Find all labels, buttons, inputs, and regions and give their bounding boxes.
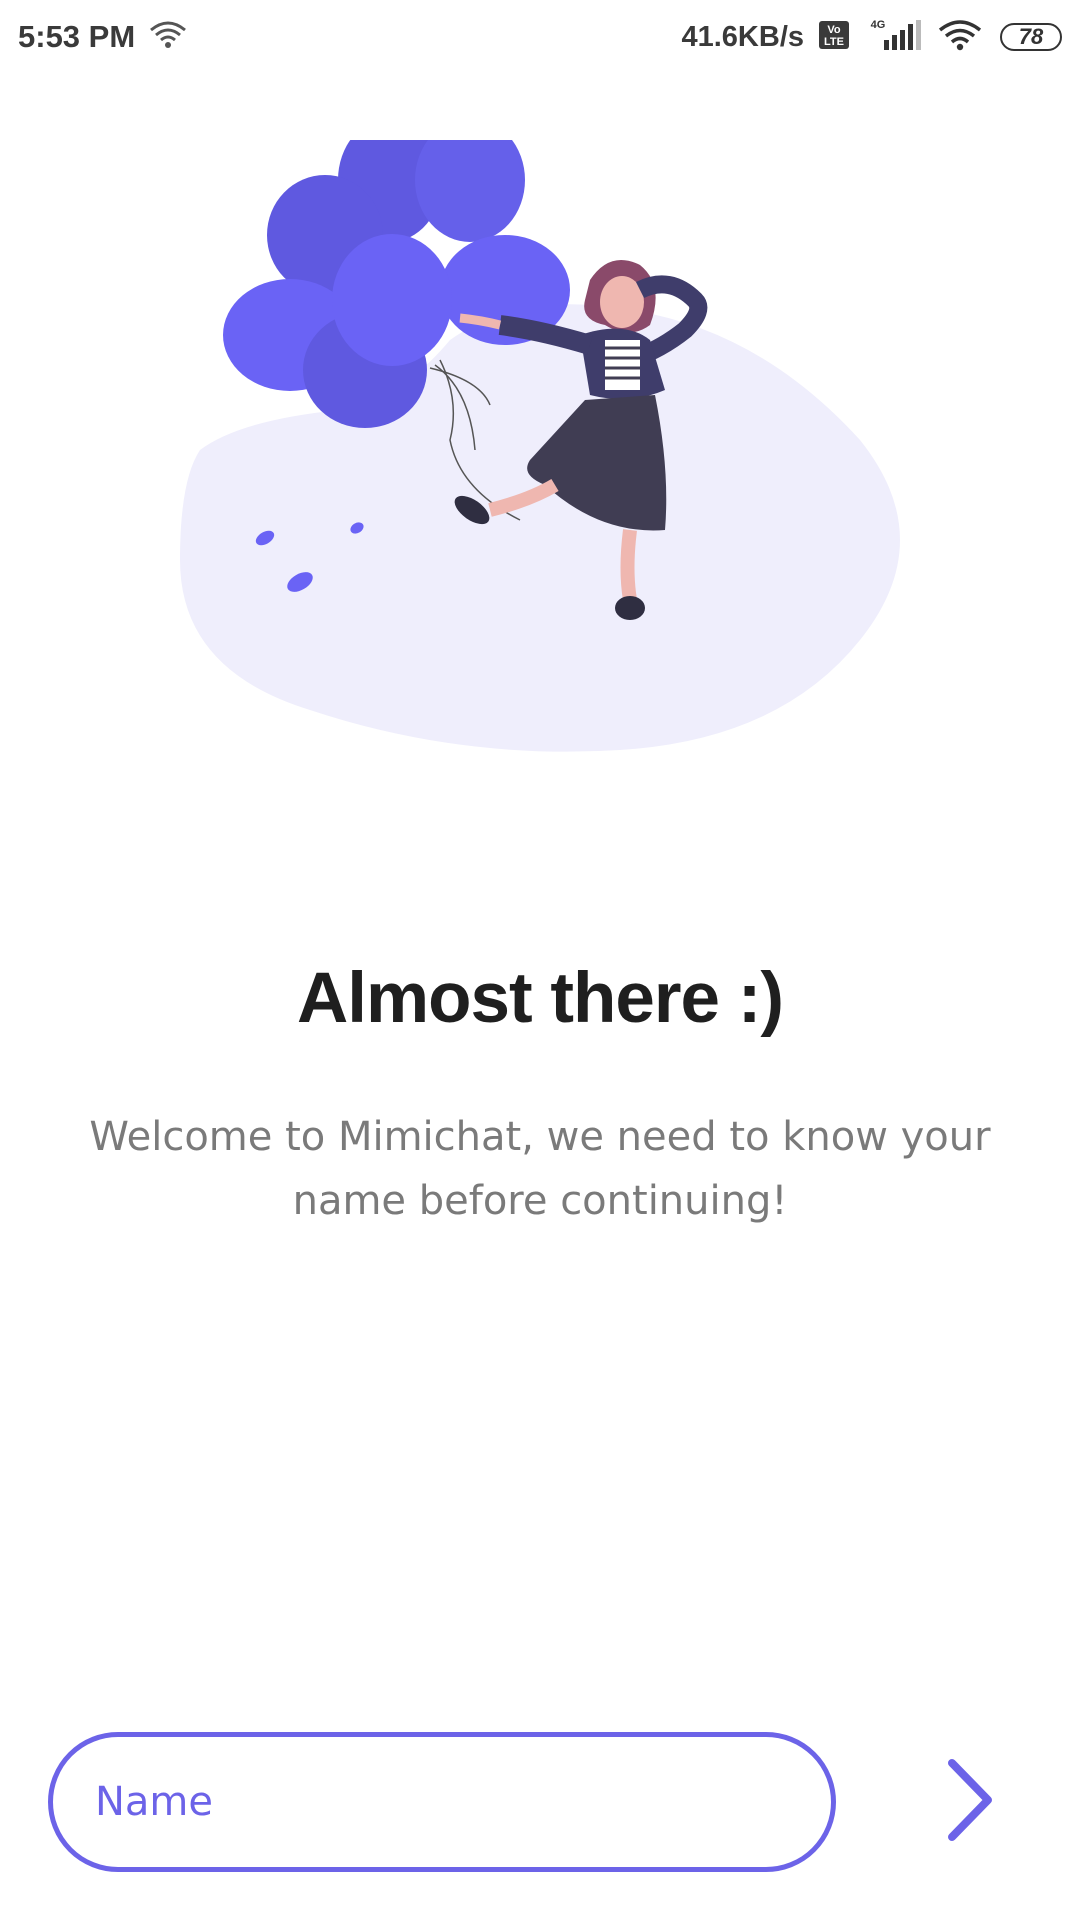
next-button[interactable] [920, 1752, 1020, 1852]
status-right: 41.6KB/s Vo LTE 4G 78 [681, 18, 1062, 56]
volte-icon: Vo LTE [818, 20, 850, 54]
net-speed: 41.6KB/s [681, 20, 804, 53]
wifi-icon [149, 20, 187, 54]
page-title: Almost there :) [297, 959, 784, 1038]
chevron-right-icon [940, 1755, 1000, 1849]
svg-text:Vo: Vo [827, 24, 841, 36]
welcome-message: Welcome to Mimichat, we need to know you… [89, 1114, 991, 1224]
signal-icon: 4G [864, 18, 924, 56]
welcome-illustration [160, 118, 920, 780]
wifi-signal-icon [938, 19, 986, 55]
name-input[interactable] [48, 1732, 836, 1872]
battery-icon: 78 [1000, 23, 1062, 51]
status-left: 5:53 PM [18, 19, 187, 55]
status-bar: 5:53 PM 41.6KB/s Vo LTE 4G 78 [0, 0, 1080, 74]
svg-text:LTE: LTE [824, 36, 844, 48]
status-time: 5:53 PM [18, 19, 136, 54]
svg-text:4G: 4G [871, 19, 886, 31]
